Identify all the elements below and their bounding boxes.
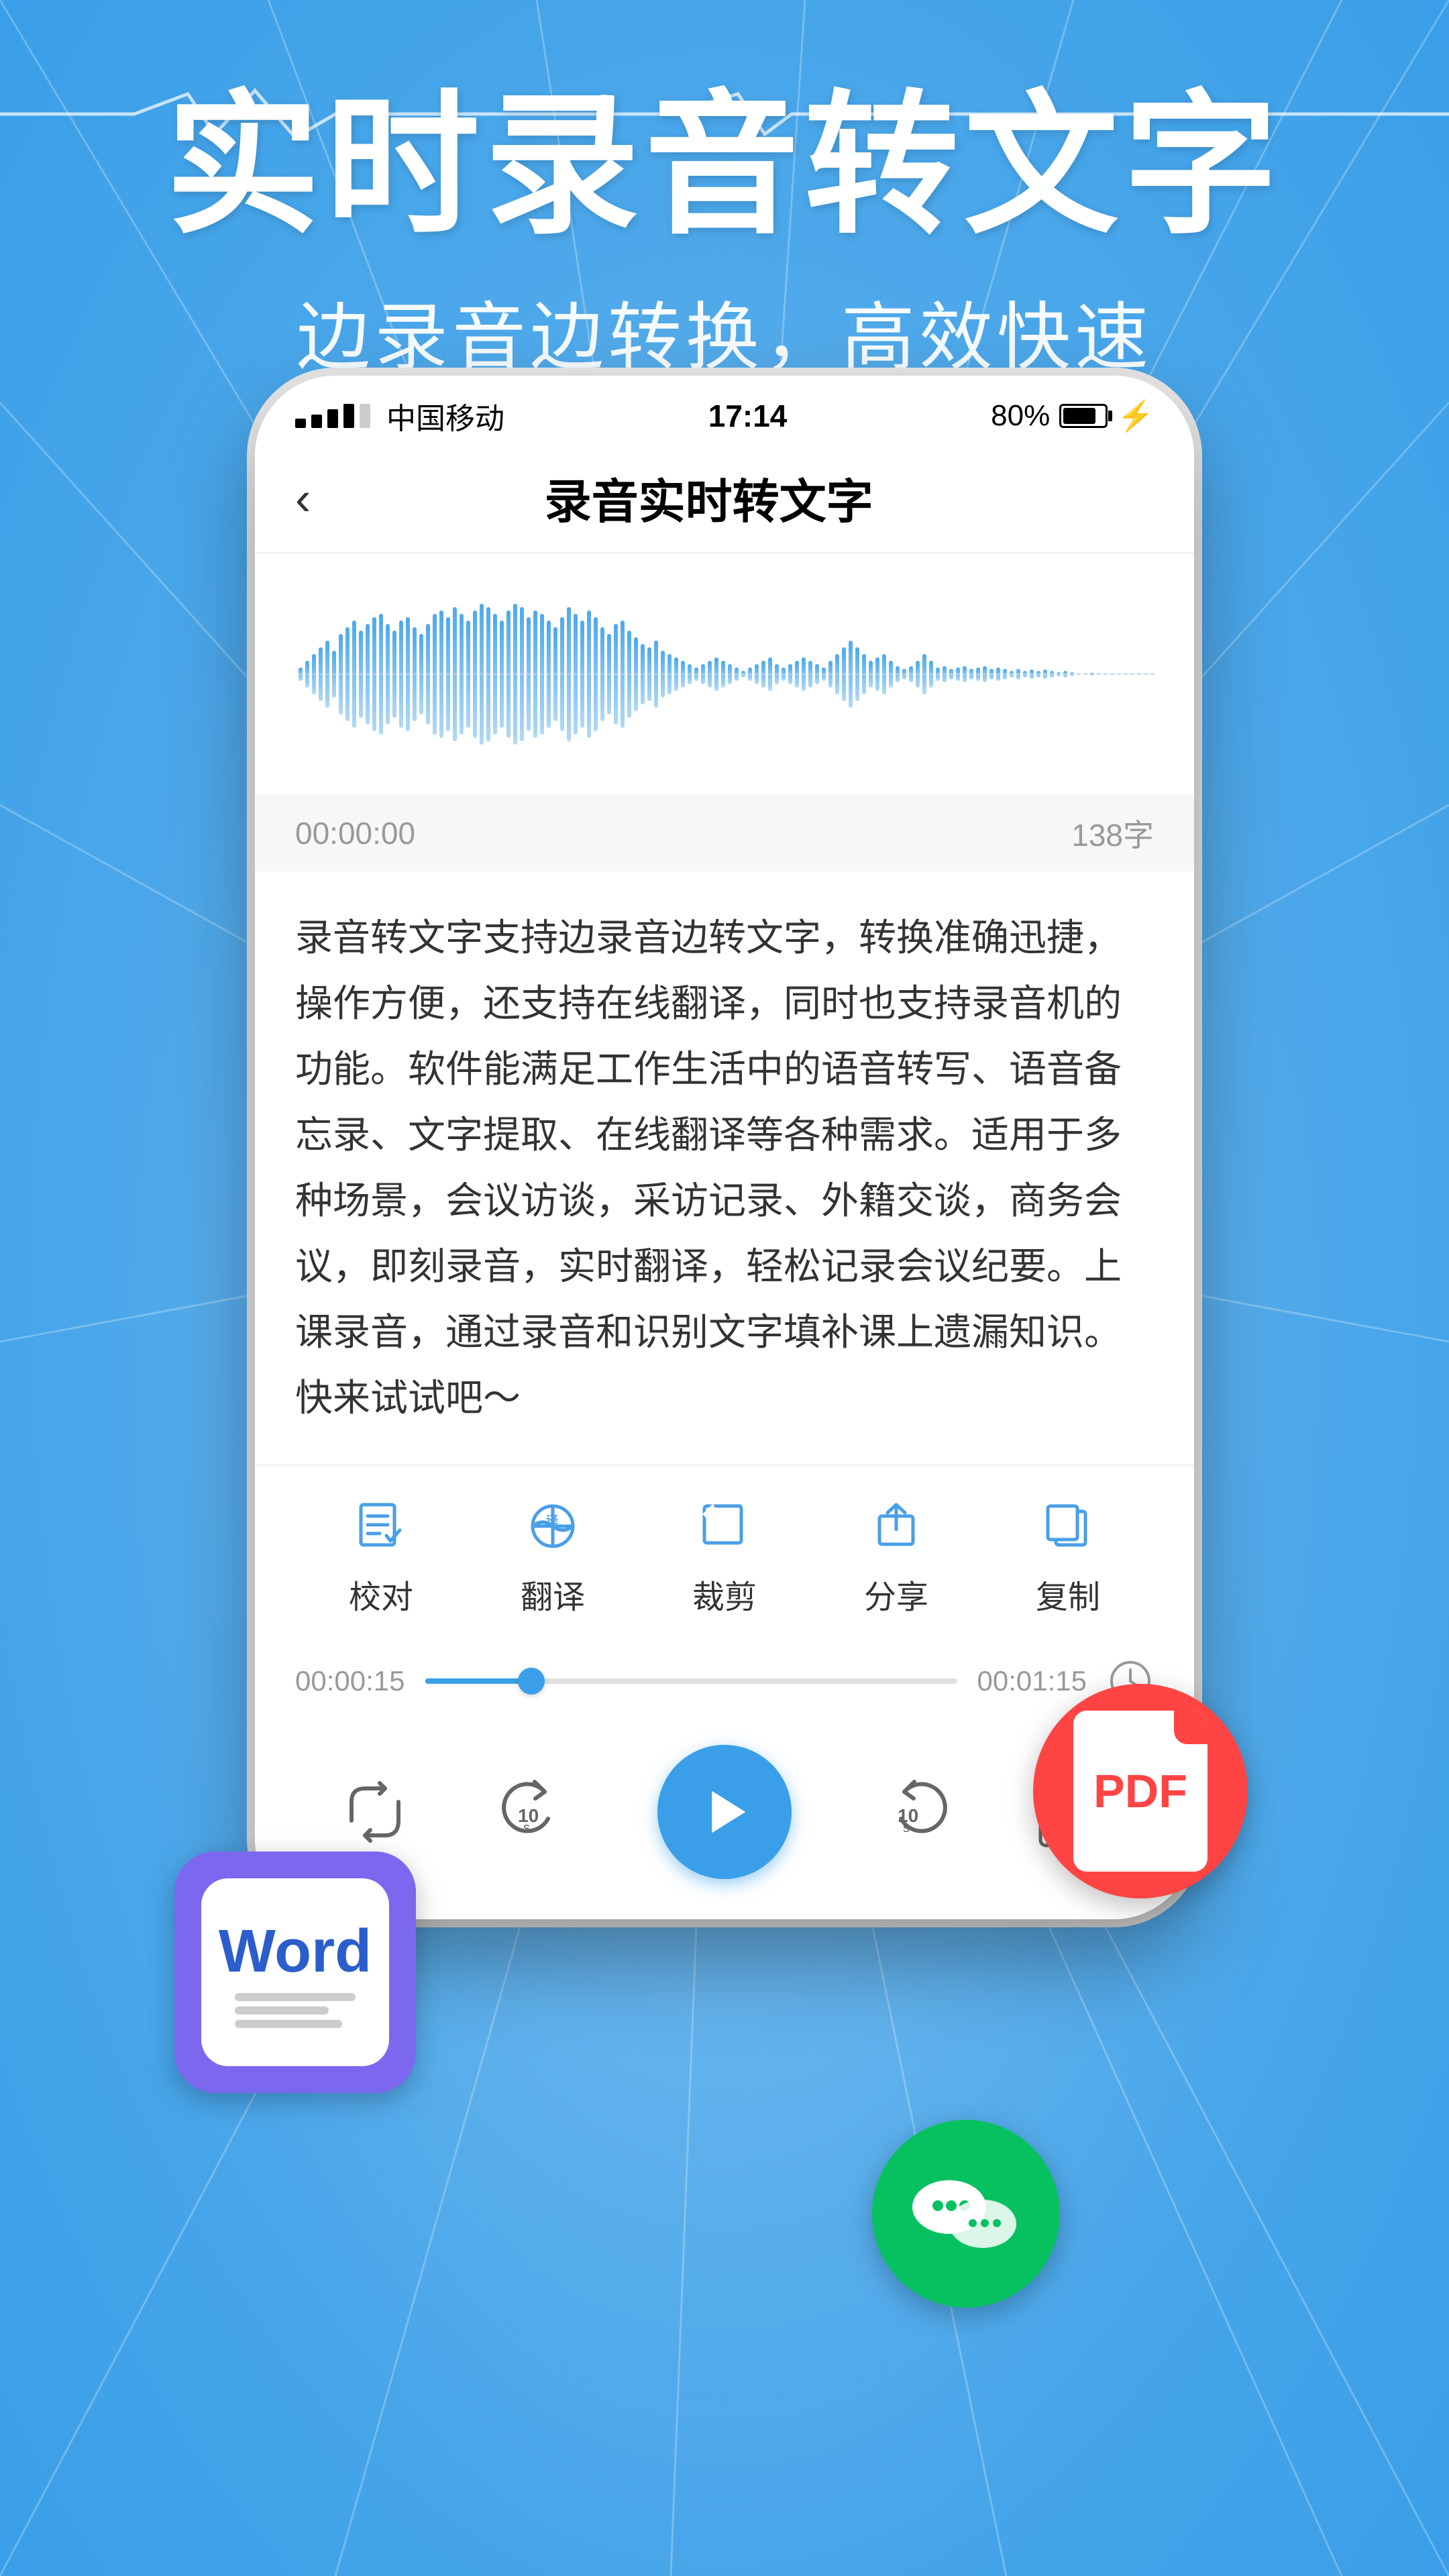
time-info-bar: 00:00:00 138字 (255, 795, 1194, 871)
header-section: 实时录音转文字 边录音边转换，高效快速 (0, 0, 1449, 384)
phone-frame: 中国移动 17:14 80% ⚡ ‹ 录音实时转文字 (255, 376, 1194, 1919)
total-time: 00:01:15 (977, 1665, 1087, 1697)
tool-copy-label: 复制 (1036, 1570, 1100, 1617)
status-right: 80% ⚡ (991, 398, 1154, 433)
phone-mockup: 中国移动 17:14 80% ⚡ ‹ 录音实时转文字 (255, 376, 1194, 1919)
forward-button[interactable]: 10 s (877, 1775, 951, 1849)
status-left: 中国移动 (295, 394, 504, 437)
tool-proofread-label: 校对 (349, 1570, 413, 1617)
tool-copy[interactable]: 复制 (1034, 1493, 1102, 1617)
char-count: 138字 (1071, 811, 1154, 855)
wechat-badge (872, 2120, 1060, 2308)
tool-translate[interactable]: 译 翻译 (519, 1493, 586, 1617)
toolbar: 校对 译 翻译 (255, 1464, 1194, 1638)
word-line-1 (235, 1993, 356, 2001)
tool-translate-label: 翻译 (521, 1570, 585, 1617)
word-lines (235, 1993, 356, 2028)
carrier-name: 中国移动 (386, 394, 504, 437)
play-button[interactable] (657, 1745, 792, 1879)
back-button[interactable]: ‹ (295, 475, 311, 522)
battery-indicator (1059, 404, 1108, 428)
tool-crop-label: 裁剪 (692, 1570, 757, 1617)
edit-check-icon (347, 1493, 415, 1560)
word-label: Word (219, 1917, 372, 1986)
battery-fill (1063, 408, 1095, 424)
word-badge: Word (174, 1851, 416, 2093)
svg-text:s: s (903, 1821, 910, 1835)
signal-dot-2 (311, 415, 322, 428)
waveform-svg (295, 594, 1154, 755)
pdf-document-icon: PDF (1073, 1711, 1208, 1872)
waveform-container (255, 553, 1194, 795)
translate-icon: 译 (519, 1493, 586, 1560)
word-line-2 (235, 2006, 329, 2015)
signal-dot-1 (295, 419, 306, 428)
svg-text:s: s (523, 1821, 530, 1835)
signal-indicator (295, 404, 370, 428)
battery-percent: 80% (991, 399, 1050, 433)
wechat-icon (899, 2147, 1033, 2281)
status-bar: 中国移动 17:14 80% ⚡ (255, 376, 1194, 451)
current-time: 00:00:15 (295, 1665, 405, 1697)
signal-dot-5 (360, 404, 370, 428)
rewind-button[interactable]: 10 s (498, 1775, 572, 1849)
status-time: 17:14 (708, 398, 788, 434)
battery-icon (1059, 404, 1108, 428)
tool-proofread[interactable]: 校对 (347, 1493, 415, 1617)
pdf-label: PDF (1093, 1764, 1187, 1818)
crop-icon (691, 1493, 758, 1560)
loop-button[interactable] (338, 1775, 412, 1849)
nav-bar: ‹ 录音实时转文字 (255, 451, 1194, 553)
word-line-3 (235, 2020, 342, 2028)
progress-fill (425, 1678, 532, 1684)
header-subtitle: 边录音边转换，高效快速 (0, 277, 1449, 384)
tool-crop[interactable]: 裁剪 (691, 1493, 758, 1617)
word-document-icon: Word (201, 1878, 389, 2066)
tool-share[interactable]: 分享 (863, 1493, 930, 1617)
copy-icon (1034, 1493, 1102, 1560)
progress-section: 00:00:15 00:01:15 (255, 1638, 1194, 1725)
signal-dot-4 (343, 404, 354, 428)
signal-dot-3 (327, 409, 338, 428)
transcript-area: 录音转文字支持边录音边转文字，转换准确迅捷，操作方便，还支持在线翻译，同时也支持… (255, 871, 1194, 1464)
pdf-badge: PDF (1033, 1684, 1248, 1898)
share-icon (863, 1493, 930, 1560)
start-time: 00:00:00 (295, 815, 415, 851)
nav-title: 录音实时转文字 (311, 464, 1107, 532)
transcript-text: 录音转文字支持边录音边转文字，转换准确迅捷，操作方便，还支持在线翻译，同时也支持… (295, 905, 1154, 1431)
svg-text:译: 译 (546, 1514, 559, 1527)
progress-track[interactable] (425, 1678, 957, 1684)
charging-icon: ⚡ (1117, 398, 1154, 433)
progress-thumb[interactable] (518, 1668, 545, 1695)
header-title: 实时录音转文字 (0, 80, 1449, 250)
tool-share-label: 分享 (864, 1570, 928, 1617)
